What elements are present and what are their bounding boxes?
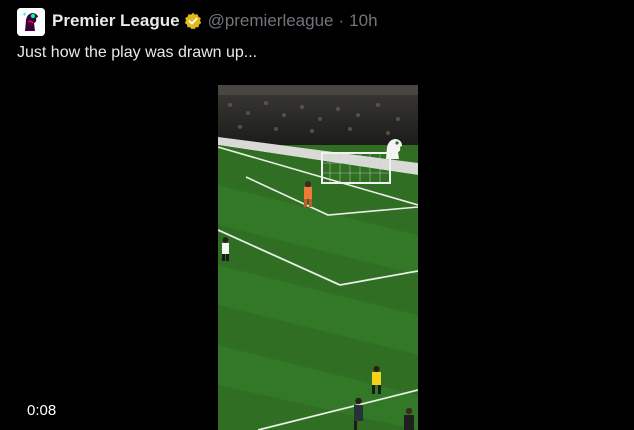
premier-league-avatar[interactable] — [17, 8, 45, 36]
video-duration: 0:08 — [27, 402, 57, 419]
timestamp[interactable]: 10h — [349, 11, 377, 31]
display-name[interactable]: Premier League — [52, 11, 180, 31]
separator-dot: · — [338, 11, 345, 30]
tweet-text: Just how the play was drawn up... — [17, 44, 258, 61]
tweet[interactable]: Premier League @premierleague · 10h Just… — [0, 0, 634, 430]
premier-league-logo-icon — [17, 8, 45, 36]
video-player[interactable] — [218, 85, 418, 430]
tweet-header: Premier League @premierleague · 10h — [52, 10, 378, 32]
media-container[interactable]: 0:08 — [0, 74, 634, 430]
verified-badge-icon[interactable] — [184, 12, 202, 30]
handle[interactable]: @premierleague — [208, 11, 334, 31]
video-frame — [218, 85, 418, 430]
